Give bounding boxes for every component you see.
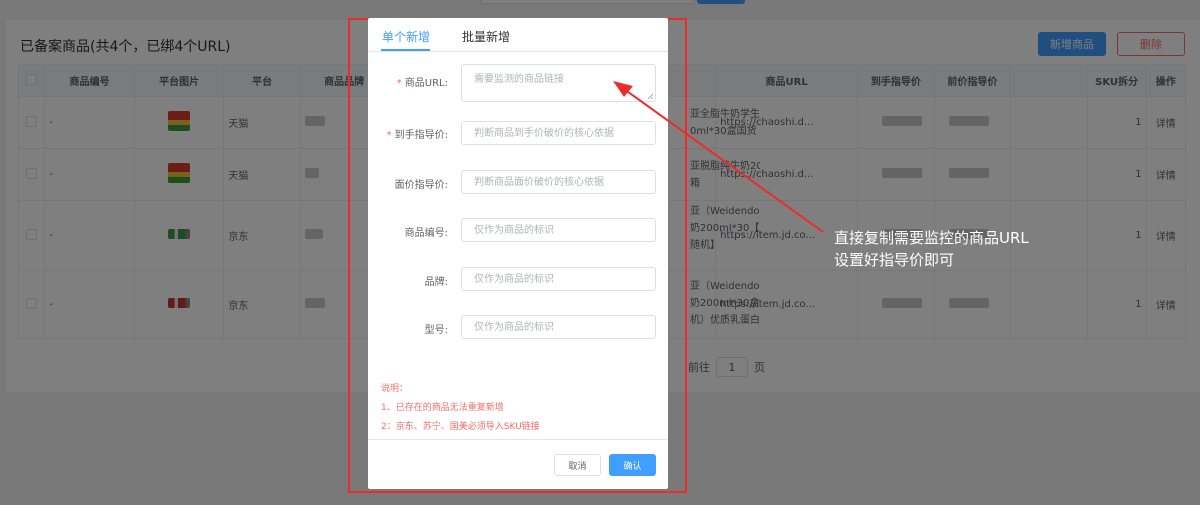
annotation-line-2: 设置好指导价即可 (834, 251, 955, 269)
annotation-text: 直接复制需要监控的商品URL 设置好指导价即可 (834, 227, 1029, 271)
annotation-line-1: 直接复制需要监控的商品URL (834, 229, 1029, 247)
